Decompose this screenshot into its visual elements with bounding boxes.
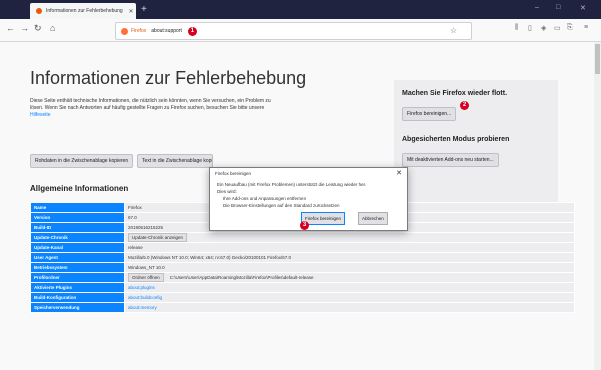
table-row: Speicherverwendung about:memory (30, 302, 575, 313)
dialog-close-icon[interactable]: ✕ (396, 169, 402, 177)
table-row: Aktivierte Plugins about:plugins (30, 282, 575, 293)
home-icon[interactable]: ⌂ (50, 23, 55, 33)
intro-text: Diese Seite enthält technische Informati… (30, 98, 375, 119)
dialog-title: Firefox bereinigen (215, 171, 252, 176)
intro-line-1: Diese Seite enthält technische Informati… (30, 98, 271, 104)
row-value-cell: about:plugins (124, 282, 575, 293)
page-title: Informationen zur Fehlerbehebung (30, 68, 307, 88)
row-value-link[interactable]: about:memory (128, 305, 157, 310)
row-value-cell: release (124, 242, 575, 253)
firefox-logo-icon (121, 27, 128, 35)
maximize-icon[interactable]: □ (556, 4, 560, 11)
scrollbar[interactable] (594, 42, 601, 370)
row-value: release (128, 245, 143, 250)
minimize-icon[interactable]: – (535, 4, 539, 11)
tracking-shield-icon[interactable]: ◈ (541, 24, 546, 32)
refresh-firefox-button[interactable]: Firefox bereinigen... (402, 107, 457, 121)
scrollbar-thumb[interactable] (595, 44, 600, 74)
back-icon[interactable]: ← (6, 23, 15, 33)
update-history-button[interactable]: Update-Chronik anzeigen (128, 233, 188, 242)
row-value-cell: Mozilla/5.0 (Windows NT 10.0; Win64; x64… (124, 252, 575, 263)
hamburger-menu-icon[interactable]: ≡ (584, 24, 588, 31)
dialog-line-1: Ein Neuaufbau (mit Firefox Problemen) un… (217, 182, 367, 187)
tab-close-icon[interactable]: ✕ (126, 8, 136, 15)
row-value: C:\Users\User\AppData\Roaming\Mozilla\Fi… (169, 275, 314, 280)
sidebar-icon[interactable]: ▯ (528, 24, 532, 32)
row-key: User Agent (30, 252, 125, 263)
row-value-cell: about:memory (124, 302, 575, 313)
tab-troubleshooting[interactable]: Informationen zur Fehlerbehebung ✕ (30, 3, 136, 19)
row-key: Build-ID (30, 222, 125, 233)
table-row: Update-Chronik Update-Chronik anzeigen (30, 232, 575, 243)
step-marker-3: 3 (300, 221, 309, 230)
row-value-cell: Windows_NT 10.0 (124, 262, 575, 273)
dialog-line-2: Dies wird: (217, 189, 237, 194)
row-key: Betriebssystem (30, 262, 125, 273)
step-marker-1: 1 (187, 26, 197, 36)
url-text[interactable]: about:support (151, 28, 182, 34)
refresh-firefox-dialog: Firefox bereinigen ✕ Ein Neuaufbau (mit … (209, 167, 408, 231)
row-value-cell: about:buildconfig (124, 292, 575, 303)
library-icon[interactable]: ⫼ (515, 24, 518, 32)
row-value: 67.0 (128, 215, 137, 220)
row-key: Version (30, 212, 125, 223)
table-row: Profilordner Ordner öffnen C:\Users\User\A… (30, 272, 575, 283)
row-value-link[interactable]: about:plugins (128, 285, 155, 290)
copy-raw-data-button[interactable]: Rohdaten in die Zwischenablage kopieren (30, 154, 134, 168)
open-folder-button[interactable]: Ordner öffnen (128, 273, 164, 282)
dialog-cancel-button[interactable]: Abbrechen (358, 212, 388, 225)
navigation-bar: ← → ↻ ⌂ Firefox about:support 1 ☆ ⫼ ▯ ◈ … (0, 19, 601, 42)
support-link[interactable]: Hilfeseite (30, 112, 51, 118)
row-key: Aktivierte Plugins (30, 282, 125, 293)
identity-label: Firefox (131, 28, 147, 34)
row-key: Update-Chronik (30, 232, 125, 243)
screenshot-icon[interactable]: ⎘ (567, 24, 573, 32)
row-key: Build-Konfiguration (30, 292, 125, 303)
refresh-box: Machen Sie Firefox wieder flott. Firefox… (394, 80, 558, 218)
table-row: User Agent Mozilla/5.0 (Windows NT 10.0; … (30, 252, 575, 263)
row-value-link[interactable]: about:buildconfig (128, 295, 162, 300)
general-info-heading: Allgemeine Informationen (30, 184, 129, 193)
step-marker-2: 2 (460, 101, 469, 110)
row-value-cell: Update-Chronik anzeigen (124, 232, 575, 243)
sync-icon[interactable]: ▭ (554, 24, 561, 32)
reload-icon[interactable]: ↻ (34, 23, 42, 34)
new-tab-icon[interactable]: + (141, 4, 147, 15)
safe-mode-title: Abgesicherten Modus probieren (402, 136, 510, 143)
tab-title: Informationen zur Fehlerbehebung (46, 8, 123, 14)
intro-line-2: lösen. Wenn Sie nach Antworten auf häufi… (30, 105, 265, 111)
row-key: Profilordner (30, 272, 125, 283)
table-row: Update-Kanal release (30, 242, 575, 253)
url-bar[interactable]: Firefox about:support 1 ☆ (115, 22, 472, 40)
tab-bar: Informationen zur Fehlerbehebung ✕ + – □… (0, 0, 601, 19)
forward-icon[interactable]: → (20, 23, 29, 33)
copy-text-button[interactable]: Text in die Zwischenablage kopieren (137, 154, 213, 168)
restart-addons-disabled-button[interactable]: Mit deaktivierten Add-ons neu starten... (402, 153, 499, 167)
row-value: Windows_NT 10.0 (128, 265, 165, 270)
bookmark-star-icon[interactable]: ☆ (450, 26, 457, 35)
row-key: Update-Kanal (30, 242, 125, 253)
refresh-title: Machen Sie Firefox wieder flott. (402, 90, 508, 97)
table-row: Build-Konfiguration about:buildconfig (30, 292, 575, 303)
row-value: 20190516215225 (128, 225, 164, 230)
table-row: Betriebssystem Windows_NT 10.0 (30, 262, 575, 273)
row-value-cell: Ordner öffnen C:\Users\User\AppData\Roami… (124, 272, 575, 283)
row-value: Firefox (128, 205, 142, 210)
dialog-line-3: Ihre Add-ons und Anpassungen entfernen (223, 196, 307, 201)
dialog-line-4: Die Browser-Einstellungen auf den Standa… (223, 203, 340, 208)
row-key: Name (30, 202, 125, 213)
firefox-favicon-icon (36, 8, 42, 14)
window-close-icon[interactable]: ✕ (580, 4, 586, 12)
row-key: Speicherverwendung (30, 302, 125, 313)
row-value: Mozilla/5.0 (Windows NT 10.0; Win64; x64… (128, 255, 291, 260)
